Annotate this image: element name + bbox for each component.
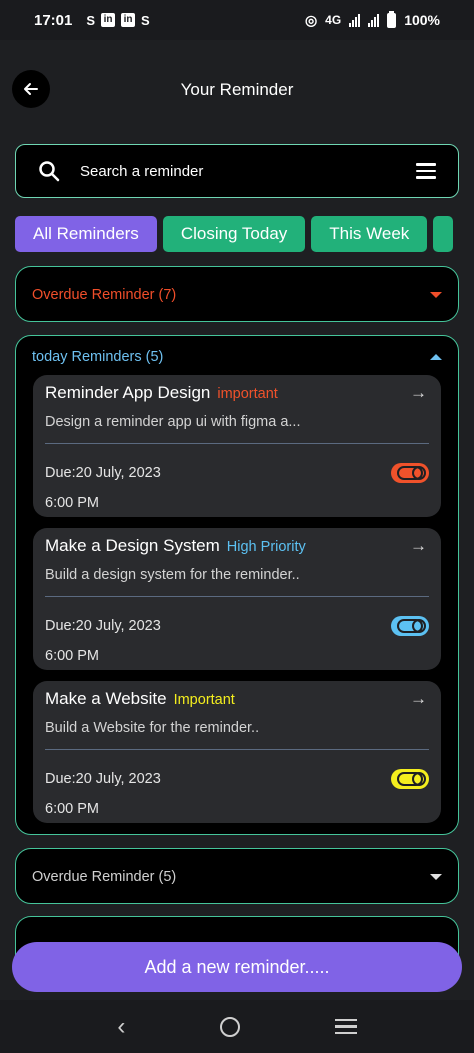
search-icon	[39, 161, 60, 182]
today-section: today Reminders (5) Reminder App Design …	[15, 335, 459, 835]
tab-this-week[interactable]: This Week	[311, 216, 428, 252]
overdue-section-header-2[interactable]: Overdue Reminder (5)	[16, 849, 458, 905]
today-section-label: today Reminders (5)	[32, 349, 164, 365]
search-input[interactable]	[80, 162, 416, 180]
nav-recent-apps-icon[interactable]	[334, 1018, 357, 1035]
reminder-due-date: Due:20 July, 2023	[45, 465, 161, 481]
chevron-up-icon	[430, 354, 442, 360]
battery-icon	[387, 10, 397, 28]
filter-tabs: All Reminders Closing Today This Week	[15, 216, 474, 252]
reminder-time: 6:00 PM	[45, 801, 99, 817]
overdue-section-2: Overdue Reminder (5)	[15, 848, 459, 904]
add-reminder-button[interactable]: Add a new reminder.....	[12, 942, 462, 992]
linkedin-icon: in	[101, 13, 116, 27]
reminder-description: Design a reminder app ui with figma a...	[45, 414, 301, 430]
reminder-title: Make a Website	[45, 689, 167, 708]
reminder-title-row: Reminder App Design important	[45, 383, 278, 403]
reminder-time: 6:00 PM	[45, 495, 99, 511]
reminder-title-row: Make a Website Important	[45, 689, 235, 709]
tab-closing-today[interactable]: Closing Today	[162, 216, 306, 252]
divider	[45, 443, 429, 444]
reminder-time: 6:00 PM	[45, 648, 99, 664]
arrow-right-icon[interactable]: →	[410, 383, 427, 403]
chevron-down-icon	[430, 292, 442, 298]
priority-tag: High Priority	[226, 539, 306, 555]
header: Your Reminder	[0, 40, 474, 140]
reminder-description: Build a design system for the reminder..	[45, 567, 300, 583]
reminder-title: Make a Design System	[45, 536, 220, 555]
reminder-due-date: Due:20 July, 2023	[45, 771, 161, 787]
page-title: Your Reminder	[180, 80, 294, 99]
app-notification-icon-2: S	[141, 12, 150, 28]
network-type: 4G	[325, 13, 342, 27]
reminder-card[interactable]: Make a Website Important → Build a Websi…	[33, 681, 441, 823]
today-section-header[interactable]: today Reminders (5)	[16, 336, 458, 378]
reminder-toggle[interactable]	[391, 463, 429, 483]
reminder-title-row: Make a Design System High Priority	[45, 536, 306, 556]
nav-back-icon[interactable]: ‹	[117, 1013, 125, 1041]
reminder-toggle[interactable]	[391, 769, 429, 789]
priority-tag: Important	[173, 692, 235, 708]
search-bar	[15, 144, 459, 198]
chevron-down-icon	[430, 874, 442, 880]
app-screen: Your Reminder All Reminders Closing Toda…	[0, 40, 474, 1000]
overdue-section-label-2: Overdue Reminder (5)	[32, 869, 177, 885]
signal-icon-2	[368, 13, 380, 27]
overdue-section-header[interactable]: Overdue Reminder (7)	[16, 267, 458, 323]
tab-more[interactable]	[433, 216, 454, 252]
reminder-card[interactable]: Make a Design System High Priority → Bui…	[33, 528, 441, 670]
status-time: 17:01	[34, 11, 73, 29]
filter-menu-icon[interactable]	[416, 163, 436, 179]
divider	[45, 749, 429, 750]
priority-tag: important	[217, 386, 278, 402]
signal-icon	[349, 13, 361, 27]
linkedin-icon-2: in	[121, 13, 136, 27]
notification-icons: S in in S	[86, 13, 149, 28]
system-nav-bar: ‹	[0, 1000, 474, 1053]
status-bar: 17:01 S in in S ◎ 4G 100%	[0, 0, 474, 40]
overdue-section: Overdue Reminder (7)	[15, 266, 459, 322]
reminder-card[interactable]: Reminder App Design important → Design a…	[33, 375, 441, 517]
nav-home-icon[interactable]	[219, 1016, 240, 1037]
app-notification-icon: S	[86, 12, 96, 28]
reminder-due-date: Due:20 July, 2023	[45, 618, 161, 634]
overdue-section-label: Overdue Reminder (7)	[32, 287, 177, 303]
reminder-title: Reminder App Design	[45, 383, 211, 402]
arrow-right-icon[interactable]: →	[410, 689, 427, 709]
arrow-right-icon[interactable]: →	[410, 536, 427, 556]
tab-all-reminders[interactable]: All Reminders	[15, 216, 157, 252]
battery-level: 100%	[404, 12, 440, 28]
divider	[45, 596, 429, 597]
reminder-description: Build a Website for the reminder..	[45, 720, 260, 736]
hotspot-icon: ◎	[304, 11, 318, 28]
reminder-toggle[interactable]	[391, 616, 429, 636]
